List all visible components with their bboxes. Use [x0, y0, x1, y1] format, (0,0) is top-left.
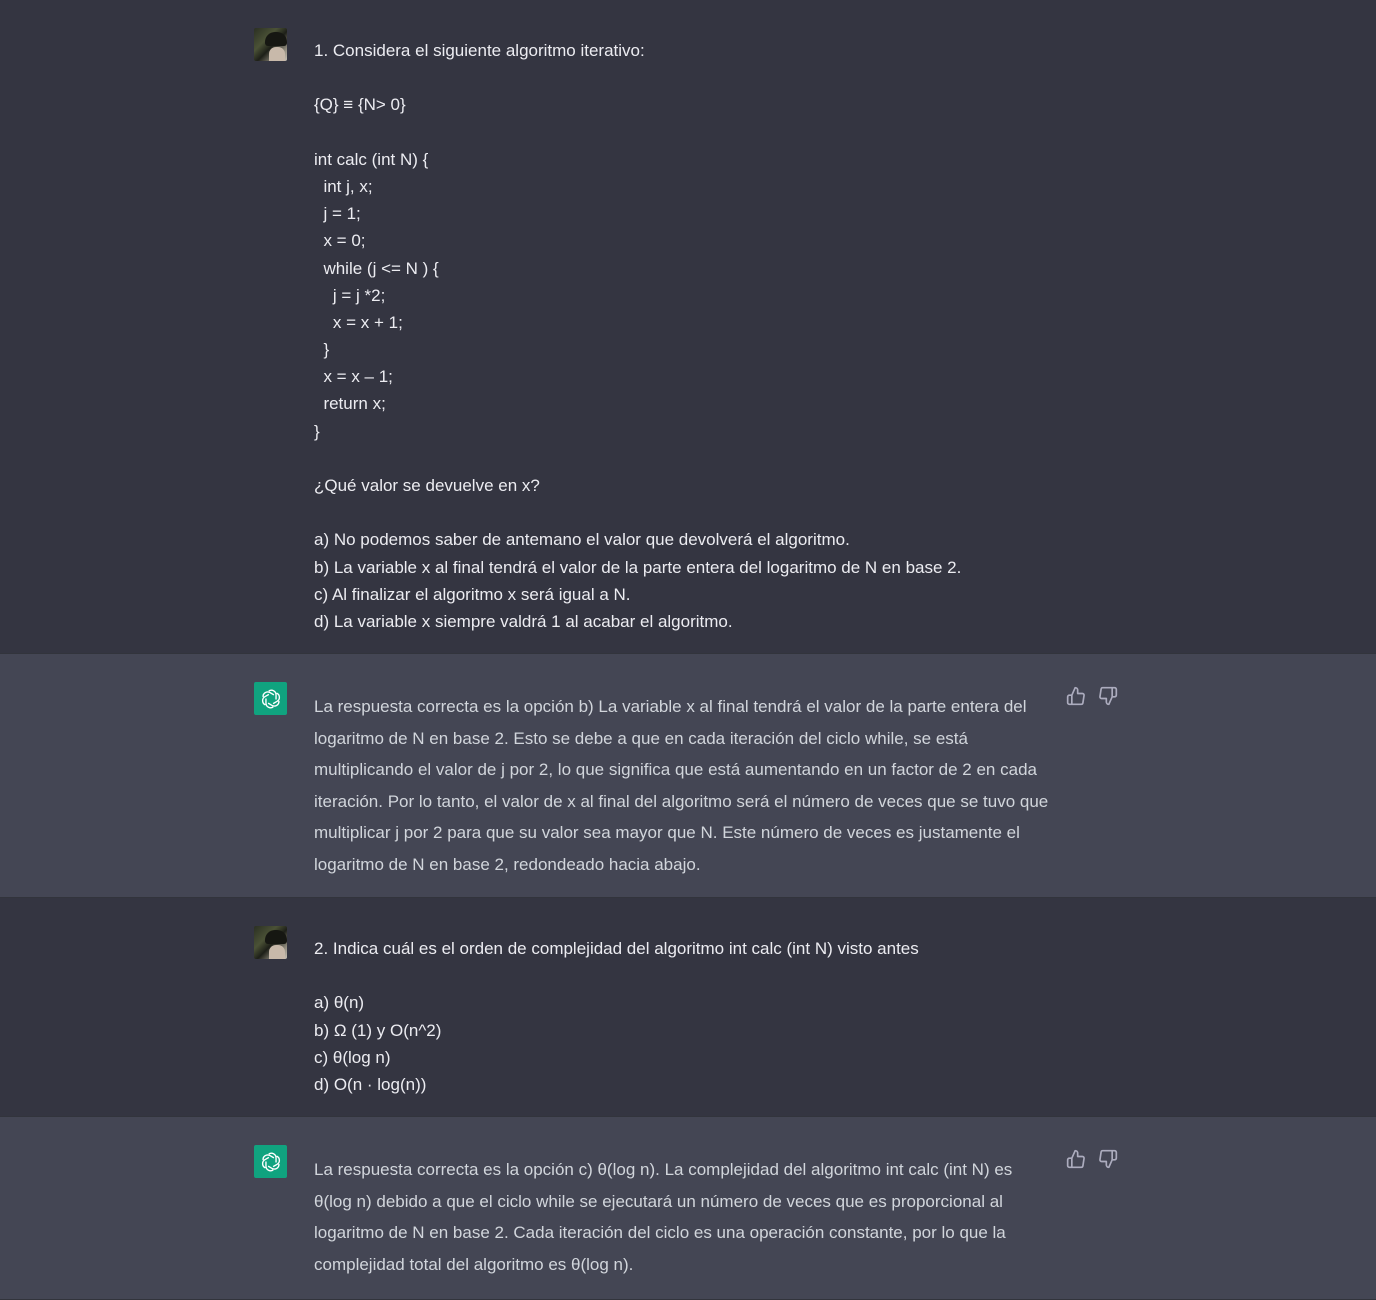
message-line: a) θ(n) — [314, 993, 365, 1013]
message-line — [314, 962, 1034, 989]
message-line: } — [314, 340, 330, 360]
message-line: b) La variable x al final tendrá el valo… — [314, 557, 962, 577]
message-line: return x; — [314, 394, 386, 414]
message-line: d) O(n · log(n)) — [314, 1074, 427, 1094]
feedback-actions — [1066, 1149, 1118, 1169]
user-message-text: 2. Indica cuál es el orden de complejida… — [314, 935, 1034, 1098]
user-message-text: 1. Considera el siguiente algoritmo iter… — [314, 37, 1034, 635]
message-user-1: 1. Considera el siguiente algoritmo iter… — [0, 0, 1376, 653]
message-line: j = j *2; — [314, 285, 386, 305]
thumbs-down-icon[interactable] — [1098, 1149, 1118, 1169]
message-line: x = x + 1; — [314, 312, 403, 332]
message-line: c) θ(log n) — [314, 1047, 391, 1067]
message-assistant-2: La respuesta correcta es la opción c) θ(… — [0, 1116, 1376, 1300]
message-assistant-1: La respuesta correcta es la opción b) La… — [0, 653, 1376, 898]
message-line: } — [314, 421, 320, 441]
user-avatar — [254, 28, 287, 61]
feedback-actions — [1066, 686, 1118, 706]
message-line: 1. Considera el siguiente algoritmo iter… — [314, 41, 645, 60]
openai-logo-icon — [254, 682, 287, 715]
message-line: d) La variable x siempre valdrá 1 al aca… — [314, 611, 733, 631]
thumbs-up-icon[interactable] — [1066, 686, 1086, 706]
assistant-message-text: La respuesta correcta es la opción c) θ(… — [314, 1160, 1013, 1274]
message-line: 2. Indica cuál es el orden de complejida… — [314, 939, 919, 958]
openai-logo-icon — [254, 1145, 287, 1178]
message-line: j = 1; — [314, 204, 361, 224]
message-line: {Q} ≡ {N> 0} — [314, 95, 406, 115]
message-line — [314, 119, 1034, 146]
message-line: b) Ω (1) y O(n^2) — [314, 1020, 442, 1040]
thumbs-up-icon[interactable] — [1066, 1149, 1086, 1169]
message-line — [314, 445, 1034, 472]
message-line: c) Al finalizar el algoritmo x será igua… — [314, 584, 631, 604]
thumbs-down-icon[interactable] — [1098, 686, 1118, 706]
message-line: a) No podemos saber de antemano el valor… — [314, 530, 850, 550]
message-line: x = 0; — [314, 231, 366, 251]
message-line — [314, 499, 1034, 526]
user-avatar — [254, 926, 287, 959]
message-line: int j, x; — [314, 176, 373, 196]
assistant-message-text: La respuesta correcta es la opción b) La… — [314, 697, 1049, 874]
message-line: int calc (int N) { — [314, 149, 429, 169]
message-user-2: 2. Indica cuál es el orden de complejida… — [0, 898, 1376, 1116]
message-line: ¿Qué valor se devuelve en x? — [314, 476, 540, 495]
message-line: while (j <= N ) { — [314, 258, 439, 278]
message-line — [314, 64, 1034, 91]
message-line: x = x – 1; — [314, 367, 393, 387]
